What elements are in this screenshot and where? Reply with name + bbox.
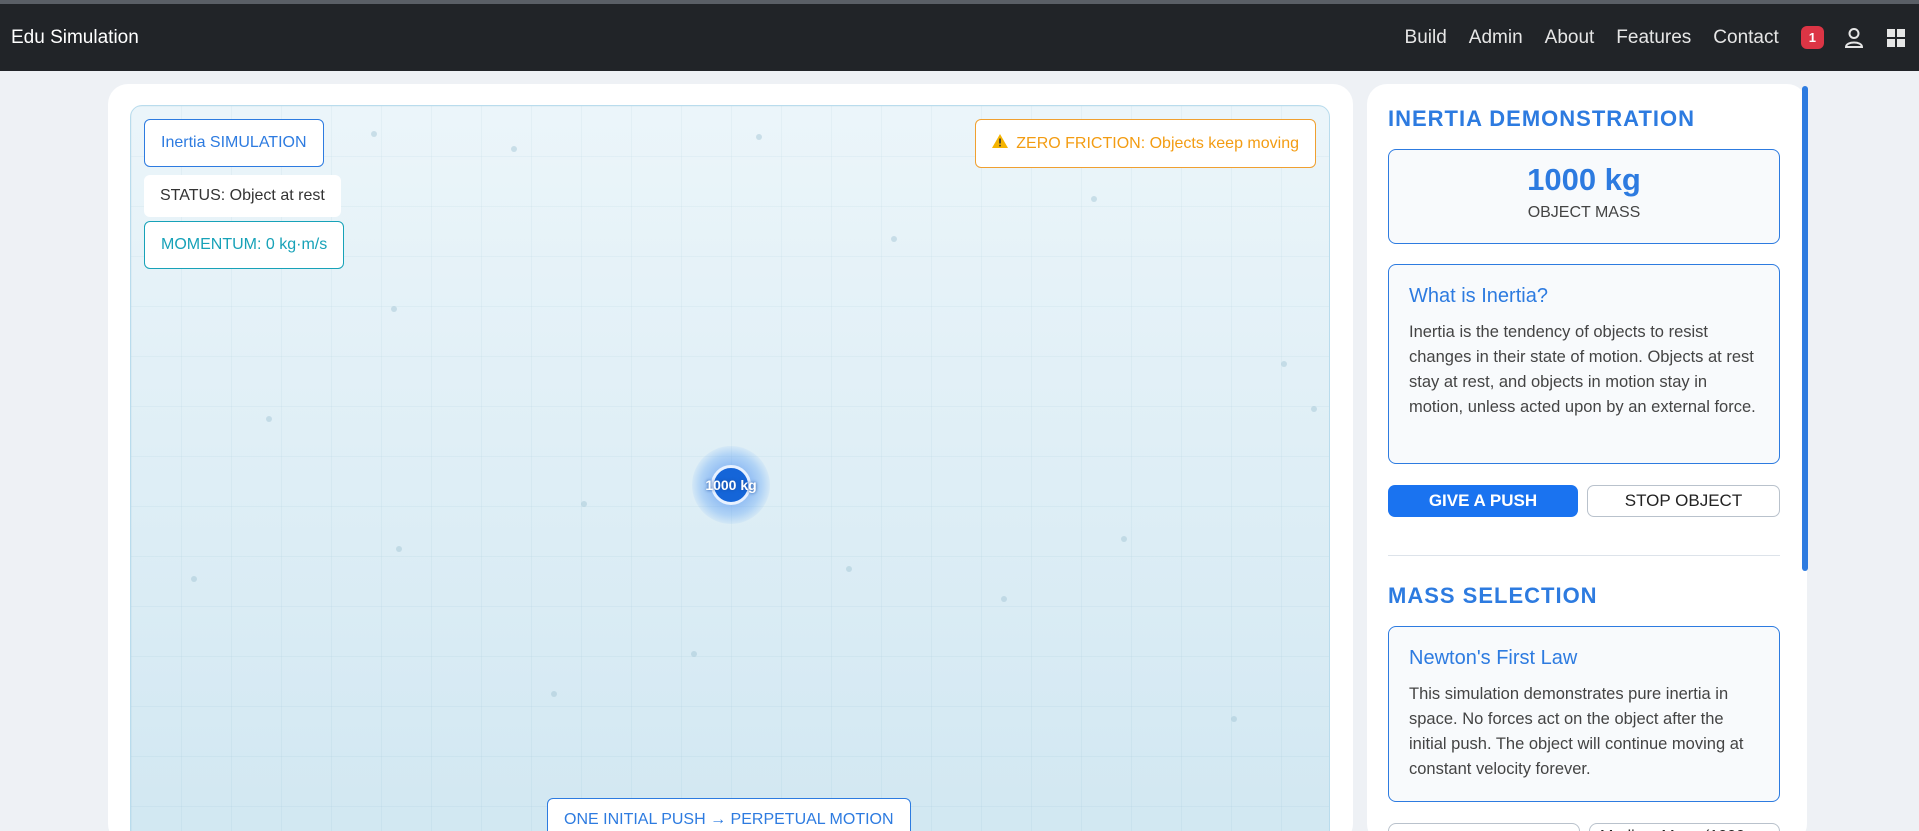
brand[interactable]: Edu Simulation xyxy=(11,27,139,49)
nav-link-features[interactable]: Features xyxy=(1616,27,1691,49)
demo-section-title: INERTIA DEMONSTRATION xyxy=(1388,106,1695,131)
motion-caption: ONE INITIAL PUSH → PERPETUAL MOTION xyxy=(547,798,911,831)
inertia-object[interactable]: 1000 kg xyxy=(705,465,757,505)
friction-warning-text: ZERO FRICTION: Objects keep moving xyxy=(1016,134,1299,152)
inertia-info-card: What is Inertia? Inertia is the tendency… xyxy=(1388,264,1780,464)
simulation-canvas[interactable]: Inertia SIMULATION STATUS: Object at res… xyxy=(130,105,1330,831)
stop-object-button[interactable]: STOP OBJECT xyxy=(1587,485,1780,517)
inertia-info-text: Inertia is the tendency of objects to re… xyxy=(1409,323,1756,416)
mass-option-light[interactable] xyxy=(1388,823,1580,831)
simulation-mode-label: Inertia SIMULATION xyxy=(144,119,324,167)
navbar: Edu Simulation Build Admin About Feature… xyxy=(0,4,1919,71)
warning-icon xyxy=(992,134,1009,153)
mass-option-medium[interactable]: Medium Mass (1000 xyxy=(1589,823,1780,831)
panel-scrollbar[interactable] xyxy=(1802,86,1808,571)
object-mass-label: 1000 kg xyxy=(705,477,757,493)
mass-section-title: MASS SELECTION xyxy=(1388,583,1598,608)
status-indicator: STATUS: Object at rest xyxy=(144,175,341,217)
simulation-card: Inertia SIMULATION STATUS: Object at res… xyxy=(108,84,1353,831)
section-divider xyxy=(1388,555,1780,556)
newton-info-text: This simulation demonstrates pure inerti… xyxy=(1409,685,1744,778)
mass-caption: OBJECT MASS xyxy=(1527,204,1641,221)
grid-icon[interactable] xyxy=(1884,26,1908,50)
friction-warning: ZERO FRICTION: Objects keep moving xyxy=(975,119,1316,168)
mass-display-card: 1000 kg OBJECT MASS xyxy=(1388,149,1780,244)
nav-link-contact[interactable]: Contact xyxy=(1713,27,1778,49)
newton-info-card: Newton's First Law This simulation demon… xyxy=(1388,626,1780,802)
momentum-indicator: MOMENTUM: 0 kg·m/s xyxy=(144,221,345,269)
mass-value: 1000 kg xyxy=(1527,162,1641,197)
notification-badge[interactable]: 1 xyxy=(1800,26,1824,49)
give-push-button[interactable]: GIVE A PUSH xyxy=(1388,485,1578,517)
nav-link-build[interactable]: Build xyxy=(1405,27,1447,49)
nav-link-admin[interactable]: Admin xyxy=(1469,27,1523,49)
nav-link-about[interactable]: About xyxy=(1545,27,1595,49)
newton-info-title: Newton's First Law xyxy=(1409,647,1578,669)
inertia-info-title: What is Inertia? xyxy=(1409,285,1548,307)
user-icon[interactable] xyxy=(1842,26,1866,50)
control-panel: INERTIA DEMONSTRATION 1000 kg OBJECT MAS… xyxy=(1367,84,1807,831)
nav-links: Build Admin About Features Contact 1 xyxy=(1383,26,1908,50)
